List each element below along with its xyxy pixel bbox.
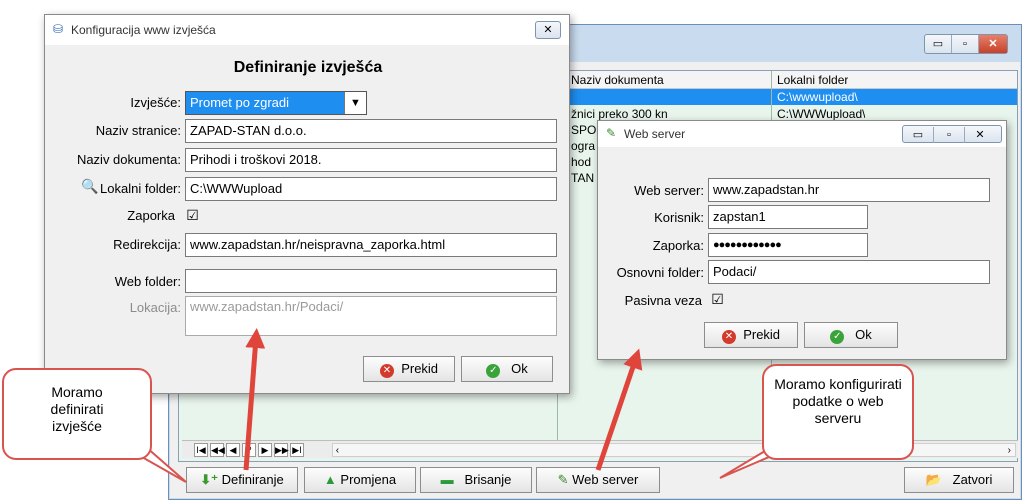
callout-right-text: Moramo konfigurirati podatke o web serve… [774,376,902,426]
arrow-to-lokacija [243,328,266,471]
callout-left-text: Moramo definirati izvješće [50,384,104,434]
callout-left: Moramo definirati izvješće [2,368,152,460]
arrow-to-web-server-dialog [595,348,643,471]
callout-right: Moramo konfigurirati podatke o web serve… [762,364,914,460]
